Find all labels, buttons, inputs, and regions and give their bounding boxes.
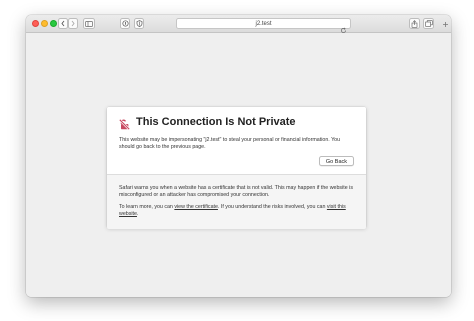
- shield-button[interactable]: [134, 18, 144, 29]
- learn-more-suffix: .: [136, 211, 139, 217]
- tab-overview-icon: [424, 20, 433, 27]
- go-back-button[interactable]: Go Back: [318, 156, 354, 166]
- plus-icon: [442, 21, 449, 30]
- browser-window: j2.test This Connection Is Not Private T…: [26, 15, 451, 297]
- url-text: j2.test: [255, 21, 272, 27]
- view-certificate-link[interactable]: view the certificate: [174, 204, 218, 210]
- toolbar: j2.test: [26, 15, 451, 33]
- details-text: Safari warns you when a website has a ce…: [119, 185, 353, 198]
- learn-more-prefix: To learn more, you can: [119, 204, 175, 210]
- tab-overview-button[interactable]: [423, 18, 434, 29]
- sidebar-button[interactable]: [83, 18, 95, 29]
- warning-card-header: This Connection Is Not Private This webs…: [107, 107, 366, 174]
- new-tab-button[interactable]: [441, 21, 450, 30]
- details-section: Safari warns you when a website has a ce…: [107, 174, 366, 229]
- learn-more-middle: . If you understand the risks involved, …: [217, 204, 327, 210]
- page-title: This Connection Is Not Private: [136, 116, 296, 128]
- page-content: This Connection Is Not Private This webs…: [26, 33, 451, 297]
- maximize-window-button[interactable]: [50, 20, 57, 27]
- back-button[interactable]: [58, 18, 68, 29]
- close-window-button[interactable]: [32, 20, 39, 27]
- privacy-report-icon: [121, 20, 129, 27]
- unlocked-warning-icon: [118, 117, 131, 135]
- minimize-window-button[interactable]: [41, 20, 48, 27]
- privacy-report-button[interactable]: [120, 18, 130, 29]
- shield-icon: [136, 20, 143, 27]
- chevron-right-icon: [70, 20, 76, 27]
- warning-card: This Connection Is Not Private This webs…: [107, 107, 366, 229]
- chevron-left-icon: [60, 20, 66, 27]
- warning-message: This website may be impersonating "j2.te…: [119, 137, 341, 150]
- address-bar[interactable]: j2.test: [176, 18, 351, 33]
- learn-more-text: To learn more, you can view the certific…: [119, 204, 355, 218]
- forward-button[interactable]: [68, 18, 78, 29]
- share-icon: [411, 19, 418, 28]
- sidebar-icon: [85, 20, 93, 27]
- share-button[interactable]: [409, 18, 420, 29]
